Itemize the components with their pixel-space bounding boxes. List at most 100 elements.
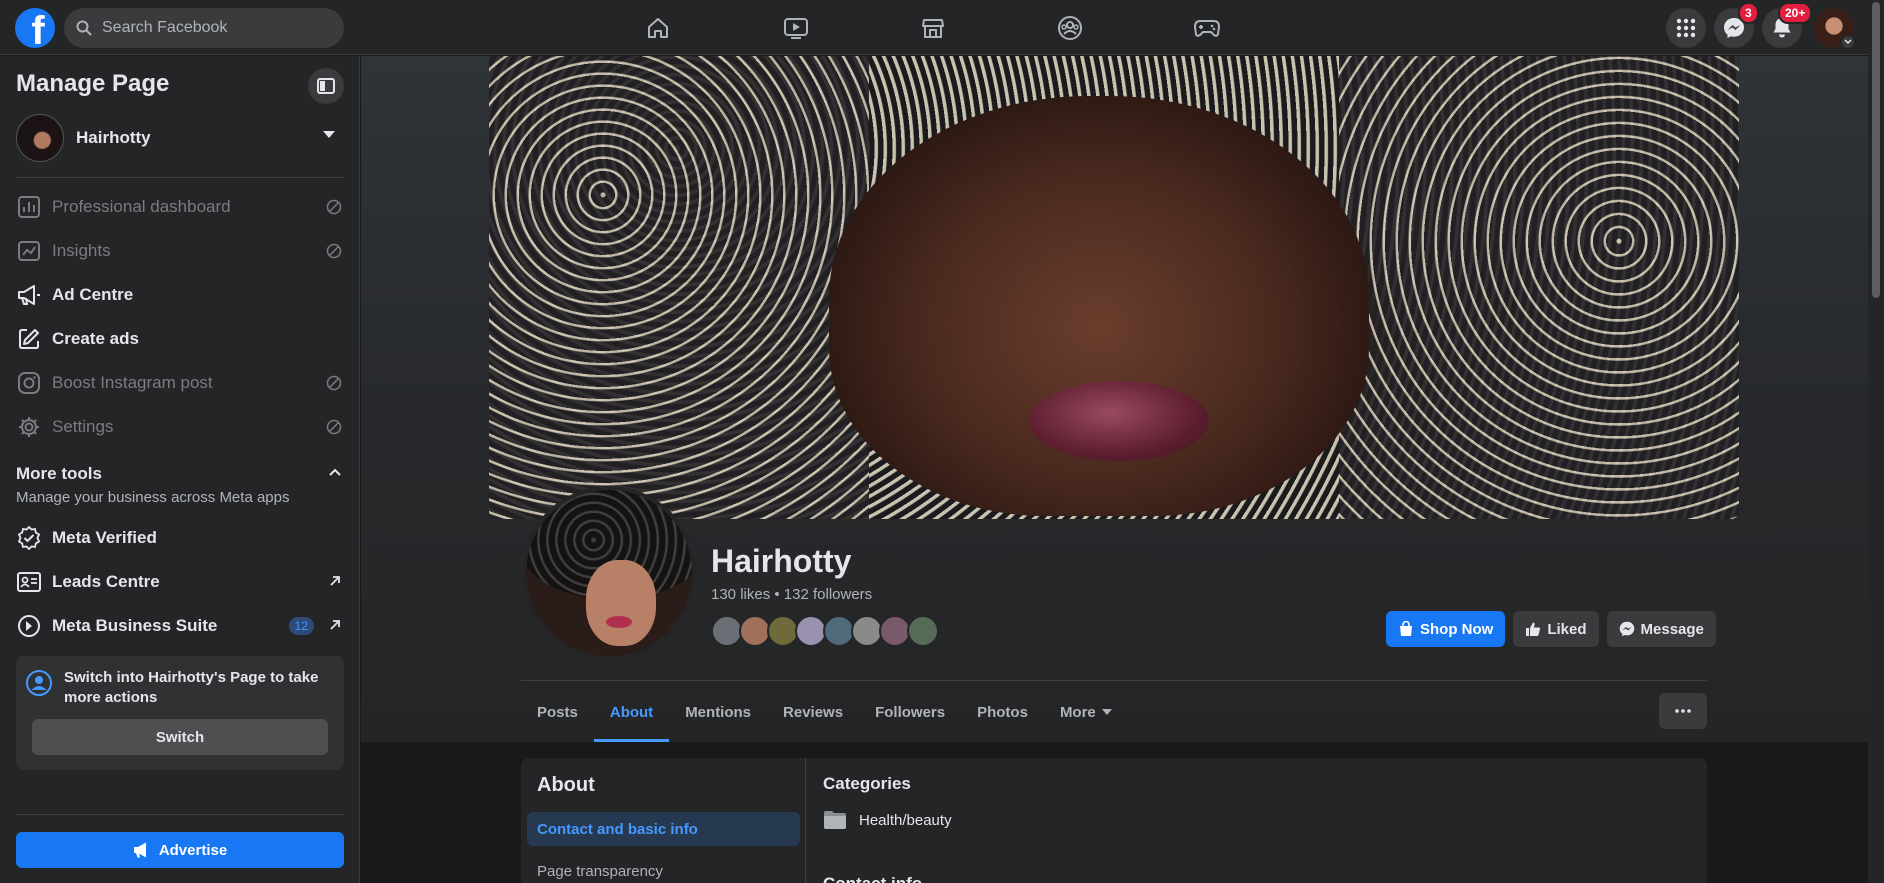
cover-hair-right [1339, 56, 1739, 519]
sidebar-item-professional-dashboard[interactable]: Professional dashboard [16, 187, 344, 227]
liked-button[interactable]: Liked [1513, 611, 1599, 647]
search-box[interactable] [64, 8, 344, 48]
sidebar-title: Manage Page [16, 70, 170, 97]
more-options-button[interactable] [1659, 693, 1707, 729]
scroll-thumb[interactable] [1872, 2, 1880, 298]
about-nav-page-transparency[interactable]: Page transparency [527, 854, 800, 883]
home-icon [648, 18, 668, 38]
sidebar-item-label: Professional dashboard [52, 197, 231, 216]
page-avatar [16, 114, 64, 162]
insights-icon [16, 238, 42, 264]
page-title: Hairhotty [711, 543, 852, 579]
profile-face [586, 560, 656, 646]
sidebar-item-meta-verified[interactable]: Meta Verified [16, 518, 344, 558]
folder-icon [824, 811, 846, 829]
leads-icon [16, 569, 42, 595]
sidebar-item-label: Boost Instagram post [52, 373, 213, 392]
page-main-content: Hairhotty 130 likes • 132 followers Shop… [361, 56, 1868, 883]
tab-posts[interactable]: Posts [521, 682, 594, 742]
sidebar-divider [16, 177, 344, 178]
sidebar-item-label: Create ads [52, 329, 139, 348]
cover-hair-left [489, 56, 869, 519]
megaphone-icon [133, 842, 146, 858]
sidebar-item-ad-centre[interactable]: Ad Centre [16, 275, 344, 315]
follower-avatars[interactable] [711, 615, 939, 647]
profile-tabs: Posts About Mentions Reviews Followers P… [521, 682, 1128, 742]
sidebar-divider [16, 814, 344, 815]
more-tools-subtitle: Manage your business across Meta apps [16, 489, 290, 506]
caret-down-icon [323, 131, 335, 138]
sidebar-item-label: Insights [52, 241, 111, 260]
sidebar-item-label: Meta Business Suite [52, 616, 218, 635]
advertise-button[interactable]: Advertise [16, 832, 344, 868]
chevron-up-icon[interactable] [328, 467, 342, 477]
nav-groups[interactable] [1014, 8, 1126, 48]
profile-lips [606, 616, 632, 628]
search-input[interactable] [100, 18, 320, 38]
sidebar-item-settings[interactable]: Settings [16, 407, 344, 447]
collapse-sidebar-button[interactable] [308, 68, 344, 104]
business-suite-badge: 12 [288, 617, 314, 635]
tab-mentions[interactable]: Mentions [669, 682, 767, 742]
profile-picture[interactable] [522, 486, 696, 660]
marketplace-icon [922, 19, 944, 38]
sidebar-item-leads-centre[interactable]: Leads Centre [16, 562, 344, 602]
messenger-badge: 3 [1738, 2, 1759, 24]
account-menu-chevron[interactable] [1840, 34, 1856, 50]
tab-more-label: More [1059, 703, 1096, 721]
switch-button[interactable]: Switch [32, 719, 328, 755]
dashboard-icon [16, 194, 42, 220]
follower-avatar[interactable] [907, 615, 939, 647]
nav-home[interactable] [602, 8, 714, 48]
sidebar-item-label: Meta Verified [52, 528, 157, 547]
verified-icon [16, 525, 42, 551]
nav-marketplace[interactable] [877, 8, 989, 48]
instagram-icon [16, 370, 42, 396]
sidebar-item-boost-instagram[interactable]: Boost Instagram post [16, 363, 344, 403]
about-nav-panel: About Contact and basic info Page transp… [521, 758, 806, 883]
megaphone-icon [16, 282, 42, 308]
page-name: Hairhotty [76, 128, 151, 147]
sidebar-item-meta-business-suite[interactable]: Meta Business Suite 12 [16, 606, 344, 646]
switch-profile-card: Switch into Hairhotty's Page to take mor… [16, 656, 344, 770]
shopping-bag-icon [1400, 621, 1412, 636]
tab-more[interactable]: More [1044, 682, 1128, 742]
likes-followers-count[interactable]: 130 likes • 132 followers [711, 586, 872, 603]
sidebar-item-label: Settings [52, 417, 114, 436]
tab-reviews[interactable]: Reviews [767, 682, 859, 742]
shop-now-label: Shop Now [1420, 620, 1494, 638]
more-tools-title: More tools [16, 464, 102, 483]
sidebar-item-create-ads[interactable]: Create ads [16, 319, 344, 359]
notifications-badge: 20+ [1778, 2, 1813, 24]
page-scrollbar[interactable] [1868, 0, 1884, 883]
gear-icon [16, 414, 42, 440]
facebook-logo[interactable]: f [15, 8, 55, 48]
notifications-button[interactable]: 20+ [1762, 2, 1813, 48]
message-button[interactable]: Message [1606, 611, 1716, 647]
cover-lips [1029, 381, 1209, 461]
about-nav-contact-info[interactable]: Contact and basic info [527, 812, 800, 846]
manage-page-sidebar: Manage Page Hairhotty Professional dashb… [0, 56, 360, 883]
nav-gaming[interactable] [1151, 8, 1263, 48]
page-switcher[interactable]: Hairhotty [16, 114, 344, 162]
shop-now-button[interactable]: Shop Now [1386, 611, 1506, 647]
edit-icon [16, 326, 42, 352]
categories-heading: Categories [823, 774, 911, 793]
caret-down-icon [1101, 709, 1112, 715]
message-label: Message [1640, 620, 1704, 638]
tab-about[interactable]: About [593, 682, 670, 742]
switch-card-text: Switch into Hairhotty's Page to take mor… [64, 669, 319, 706]
nav-video[interactable] [740, 8, 852, 48]
sidebar-toggle-icon [317, 78, 335, 94]
menu-button[interactable] [1666, 8, 1706, 48]
tab-photos[interactable]: Photos [961, 682, 1044, 742]
category-row: Health/beauty [823, 810, 952, 830]
sidebar-item-label: Leads Centre [52, 572, 160, 591]
cover-photo[interactable] [489, 56, 1739, 519]
chevron-down-icon [1844, 39, 1852, 45]
tab-followers[interactable]: Followers [859, 682, 961, 742]
messenger-button[interactable]: 3 [1714, 2, 1759, 48]
sidebar-item-insights[interactable]: Insights [16, 231, 344, 271]
business-suite-icon [16, 613, 42, 639]
advertise-label: Advertise [158, 841, 228, 859]
